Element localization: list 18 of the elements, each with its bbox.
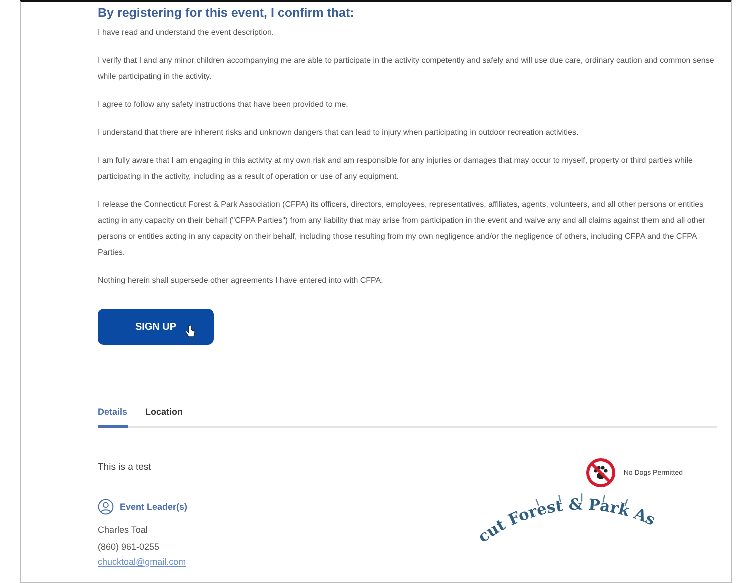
leader-phone: (860) 961-0255 xyxy=(98,542,161,552)
sign-up-button[interactable]: SIGN UP xyxy=(98,309,214,345)
waiver-paragraph: I am fully aware that I am engaging in this activity at my own risk and am responsible for any injuries or damages that may occur to myself, property or third parties while participating in the activity, including as a result of operation or use of any equipment. xyxy=(98,155,694,183)
section-heading: By registering for this event, I confirm that: xyxy=(98,6,356,20)
waiver-paragraph: Nothing herein shall supersede other agreements I have entered into with CFPA. xyxy=(98,275,384,287)
event-description: This is a test xyxy=(98,462,152,473)
no-dogs-icon xyxy=(586,458,616,488)
waiver-paragraph: I release the Connecticut Forest & Park Association (CFPA) its officers, directors, employees, representatives, affiliates, agents, volunteers, and all other persons or entities acting in any capacity on their behalf ("CFPA Parties") from any liability that may arise from participation in the event and waive any and all claims against them and all other persons or entities acting in any capacity on their behalf, including those resulting from my own negligence and/or the negligence of others, including CFPA and the CFPA Parties. xyxy=(98,199,707,259)
tab[interactable]: Details xyxy=(98,407,128,428)
waiver-paragraph: I have read and understand the event description. xyxy=(98,27,276,39)
waiver-paragraph: I understand that there are inherent risks and unknown dangers that can lead to injury when participating in outdoor recreation activities. xyxy=(98,127,580,139)
tab[interactable]: Location xyxy=(146,407,184,428)
person-icon xyxy=(98,499,114,515)
hand-cursor-icon xyxy=(186,325,196,339)
leader-heading: Event Leader(s) xyxy=(120,502,188,512)
waiver-paragraph: I verify that I and any minor children accompanying me are able to participate in the activity competently and safely and will use due care, ordinary caution and common sense while participating in the activity. xyxy=(98,55,716,83)
waiver-paragraph: I agree to follow any safety instructions that have been provided to me. xyxy=(98,99,350,111)
leader-name: Charles Toal xyxy=(98,525,149,535)
